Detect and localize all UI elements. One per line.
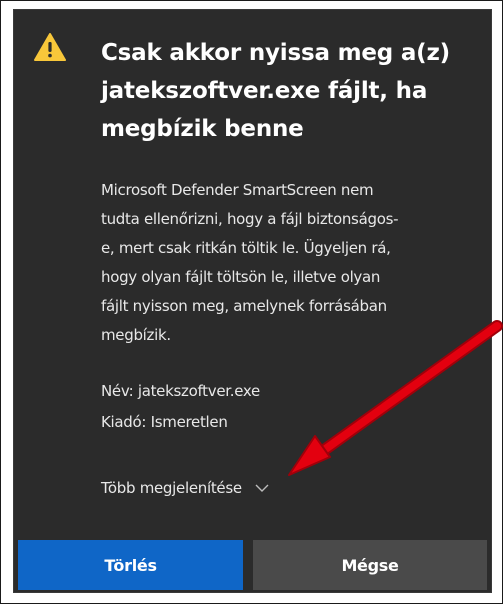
description-line: fájlt nyisson meg, amelynek forrásában — [101, 297, 387, 315]
cancel-button[interactable]: Mégse — [253, 540, 487, 590]
dialog-title-line: Csak akkor nyissa meg a(z) — [101, 40, 450, 66]
description-line: hogy olyan fájlt töltsön le, illetve oly… — [101, 268, 381, 286]
screenshot-frame: Csak akkor nyissa meg a(z) jatekszoftver… — [0, 0, 503, 604]
dialog-title-line: megbízik benne — [101, 116, 304, 142]
description-line: e, mert csak ritkán töltik le. Ügyeljen … — [101, 239, 391, 257]
show-more-toggle[interactable]: Több megjelenítése — [101, 475, 270, 501]
publisher-info: Kiadó: Ismeretlen — [101, 413, 228, 431]
dialog-title-line: jatekszoftver.exe fájlt, ha — [101, 78, 428, 104]
delete-button[interactable]: Törlés — [18, 540, 243, 590]
description-line: tudta ellenőrizni, hogy a fájl biztonság… — [101, 210, 399, 228]
description-line: Microsoft Defender SmartScreen nem — [101, 181, 374, 199]
description-line: megbízik. — [101, 326, 171, 344]
dialog-title: Csak akkor nyissa meg a(z) jatekszoftver… — [101, 34, 481, 148]
chevron-down-icon[interactable] — [254, 480, 270, 496]
file-name-info: Név: jatekszoftver.exe — [101, 382, 260, 400]
dialog-description: Microsoft Defender SmartScreen nem tudta… — [101, 176, 477, 350]
warning-icon — [34, 33, 66, 61]
smartscreen-warning-dialog: Csak akkor nyissa meg a(z) jatekszoftver… — [13, 9, 492, 593]
show-more-label: Több megjelenítése — [101, 479, 242, 497]
